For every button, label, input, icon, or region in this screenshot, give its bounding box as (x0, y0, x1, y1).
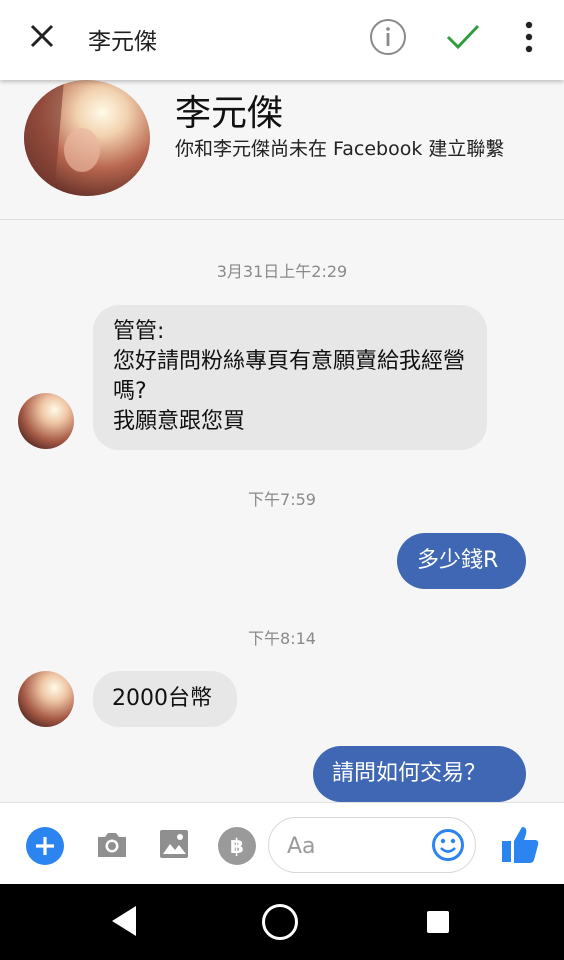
payment-icon[interactable]: ฿ (218, 827, 256, 865)
conversation-title: 李元傑 (88, 29, 157, 55)
timestamp: 下午7:59 (248, 490, 316, 509)
message-text: 管管: 您好請問粉絲專頁有意願賣給我經營嗎? 我願意跟您買 (113, 319, 466, 434)
top-bar: 李元傑 (0, 0, 564, 80)
plus-icon[interactable] (26, 827, 64, 865)
message-text: 2000台幣 (112, 686, 212, 711)
checkmark-icon[interactable] (445, 20, 481, 54)
outgoing-message[interactable]: 多少錢R (397, 533, 526, 589)
incoming-message[interactable]: 管管: 您好請問粉絲專頁有意願賣給我經營嗎? 我願意跟您買 (93, 305, 487, 450)
like-icon[interactable] (500, 823, 540, 865)
message-text: 多少錢R (417, 548, 499, 573)
message-text: 請問如何交易？ (332, 761, 487, 786)
sender-avatar[interactable] (18, 393, 74, 449)
timestamp: 下午8:14 (248, 629, 316, 648)
home-icon[interactable] (262, 904, 298, 940)
message-input-placeholder: Aa (287, 834, 316, 859)
profile-header: 李元傑 你和李元傑尚未在 Facebook 建立聯繫 (0, 80, 564, 220)
more-vert-icon[interactable] (520, 20, 538, 54)
back-icon[interactable] (110, 904, 138, 938)
message-composer: ฿ Aa (0, 802, 564, 884)
sender-avatar[interactable] (18, 671, 74, 727)
system-nav-bar (0, 884, 564, 960)
profile-avatar[interactable] (24, 80, 150, 196)
profile-subtitle: 你和李元傑尚未在 Facebook 建立聯繫 (175, 138, 505, 160)
image-icon[interactable] (158, 827, 190, 861)
timestamp: 3月31日上午2:29 (216, 262, 348, 281)
camera-icon[interactable] (95, 829, 129, 861)
close-icon[interactable] (26, 20, 58, 52)
incoming-message[interactable]: 2000台幣 (93, 671, 237, 727)
info-icon[interactable] (369, 18, 407, 56)
outgoing-message[interactable]: 請問如何交易？ (313, 746, 526, 802)
emoji-icon[interactable] (431, 828, 465, 862)
message-input[interactable]: Aa (268, 817, 476, 873)
profile-name: 李元傑 (175, 93, 284, 134)
recent-apps-icon[interactable] (427, 911, 449, 933)
